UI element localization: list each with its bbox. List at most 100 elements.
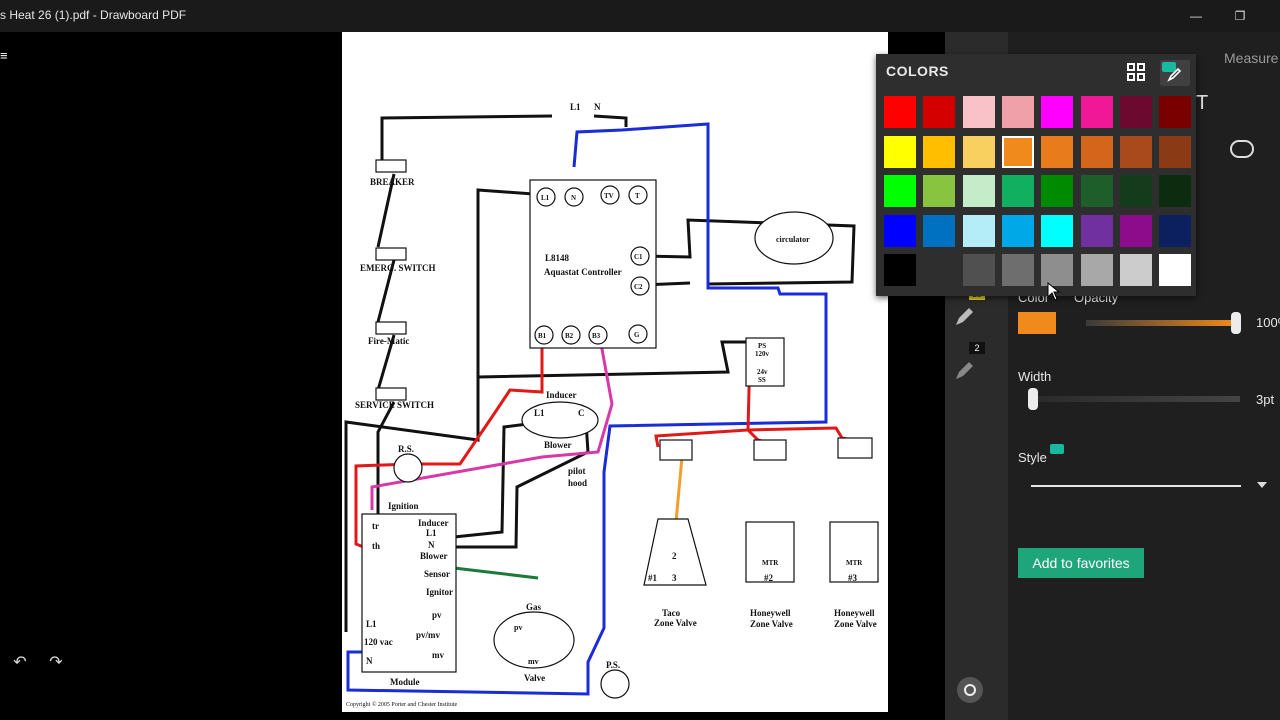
color-swatch[interactable]: [1001, 175, 1034, 207]
color-swatch[interactable]: [1159, 135, 1192, 168]
color-swatch[interactable]: [884, 96, 916, 128]
diagram-label: 3: [672, 573, 677, 583]
diagram-label: MTR: [846, 559, 863, 567]
color-swatch[interactable]: [962, 96, 995, 128]
diagram-label: Ignitor: [426, 587, 453, 597]
diagram-label: Gas: [526, 602, 542, 612]
title-bar: s Heat 26 (1).pdf - Drawboard PDF — ❐: [0, 0, 1280, 32]
mouse-cursor-icon: [1047, 282, 1061, 301]
color-swatch[interactable]: [1119, 254, 1152, 286]
color-swatch[interactable]: [884, 254, 916, 286]
pdf-page[interactable]: L1 N BREAKER EMERG. SWITCH Fire-Matic SE…: [342, 32, 888, 712]
diagram-label: pv: [432, 610, 442, 620]
hamburger-menu-icon[interactable]: ≡: [0, 48, 8, 63]
ellipse-tool-icon[interactable]: [1230, 140, 1254, 158]
opacity-slider[interactable]: [1086, 320, 1236, 326]
wiring-diagram: L1 N BREAKER EMERG. SWITCH Fire-Matic SE…: [344, 102, 879, 708]
color-swatch[interactable]: [1080, 96, 1113, 128]
diagram-label: MTR: [762, 559, 779, 567]
color-swatch[interactable]: [962, 175, 995, 207]
color-swatch[interactable]: [1041, 175, 1074, 207]
diagram-label: tr: [372, 521, 379, 531]
color-swatch[interactable]: [1080, 254, 1113, 286]
width-value: 3pt: [1256, 392, 1275, 407]
diagram-label: R.S.: [398, 444, 414, 454]
undo-button[interactable]: ↶: [6, 648, 34, 678]
diagram-label: Taco: [662, 608, 681, 618]
diagram-label: mv: [528, 657, 539, 666]
diagram-label: N: [366, 656, 373, 666]
diagram-label: Fire-Matic: [368, 336, 409, 346]
diagram-label: #2: [764, 573, 774, 583]
diagram-label: Blower: [544, 440, 572, 450]
color-swatch[interactable]: [1159, 175, 1192, 207]
color-swatch[interactable]: [962, 254, 995, 286]
color-swatch[interactable]: [1001, 214, 1034, 247]
text-tool-icon[interactable]: T: [1196, 92, 1218, 114]
color-swatch[interactable]: [1159, 214, 1192, 247]
opacity-value: 100%: [1256, 315, 1280, 330]
color-swatch[interactable]: [923, 96, 956, 128]
width-label: Width: [1018, 369, 1052, 384]
color-swatch[interactable]: [1080, 135, 1113, 168]
restore-button[interactable]: ❐: [1230, 6, 1250, 26]
chevron-down-icon[interactable]: [1256, 480, 1268, 490]
diagram-label: L1: [426, 528, 437, 538]
color-swatch[interactable]: [1159, 254, 1192, 286]
color-swatch[interactable]: [923, 135, 956, 168]
history-controls: ↶ ↷: [4, 648, 74, 678]
current-color-swatch[interactable]: [1018, 312, 1056, 334]
diagram-label: BREAKER: [370, 177, 415, 187]
grid-icon[interactable]: [1124, 60, 1148, 84]
diagram-label: 120v: [755, 350, 770, 358]
color-swatch[interactable]: [884, 175, 916, 207]
diagram-label: SERVICE SWITCH: [355, 400, 434, 410]
color-swatch[interactable]: [1041, 214, 1074, 247]
color-swatch[interactable]: [923, 214, 956, 247]
diagram-label: L1: [541, 194, 550, 202]
color-swatch[interactable]: [1119, 96, 1152, 128]
diagram-label: pilot: [568, 466, 586, 476]
color-swatch[interactable]: [884, 135, 916, 168]
width-slider-thumb[interactable]: [1028, 388, 1038, 410]
opacity-slider-thumb[interactable]: [1231, 312, 1241, 334]
color-swatch[interactable]: [923, 175, 956, 207]
diagram-label: L1: [570, 102, 581, 112]
color-swatch[interactable]: [962, 214, 995, 247]
minimize-button[interactable]: —: [1186, 6, 1206, 26]
diagram-label: 2: [672, 551, 677, 561]
color-swatch[interactable]: [1001, 96, 1034, 128]
color-swatch[interactable]: [1001, 254, 1034, 286]
eyedropper-button[interactable]: [1160, 60, 1190, 86]
redo-button[interactable]: ↷: [42, 648, 70, 678]
line-style-preview[interactable]: [1031, 485, 1241, 487]
diagram-label: PS: [758, 342, 766, 350]
tab-measure[interactable]: Measure: [1224, 50, 1278, 66]
color-swatch[interactable]: [962, 135, 995, 168]
diagram-label: Ignition: [388, 501, 419, 511]
width-slider[interactable]: [1032, 396, 1240, 402]
highlighter-icon[interactable]: [953, 360, 975, 382]
settings-icon[interactable]: [957, 677, 983, 703]
diagram-label: Sensor: [424, 569, 450, 579]
add-to-favorites-button[interactable]: Add to favorites: [1018, 548, 1144, 578]
color-swatch[interactable]: [884, 214, 916, 247]
color-swatch[interactable]: [923, 254, 956, 286]
colors-header: COLORS: [886, 63, 949, 79]
diagram-label: P.S.: [606, 660, 620, 670]
color-swatch[interactable]: [1041, 96, 1074, 128]
diagram-label: Inducer: [418, 518, 449, 528]
color-swatch[interactable]: [1119, 135, 1152, 168]
style-label: Style: [1018, 450, 1047, 465]
color-swatch[interactable]: [1080, 214, 1113, 247]
diagram-label: B2: [565, 332, 574, 340]
eyedropper-icon: [1167, 67, 1182, 82]
pencil-icon[interactable]: [953, 306, 975, 328]
color-swatch[interactable]: [1119, 175, 1152, 207]
color-swatch[interactable]: [1080, 175, 1113, 207]
diagram-label: EMERG. SWITCH: [360, 263, 436, 273]
color-swatch[interactable]: [1119, 214, 1152, 247]
color-swatch[interactable]: [1041, 135, 1074, 168]
color-swatch[interactable]: [1001, 135, 1034, 168]
color-swatch[interactable]: [1159, 96, 1192, 128]
